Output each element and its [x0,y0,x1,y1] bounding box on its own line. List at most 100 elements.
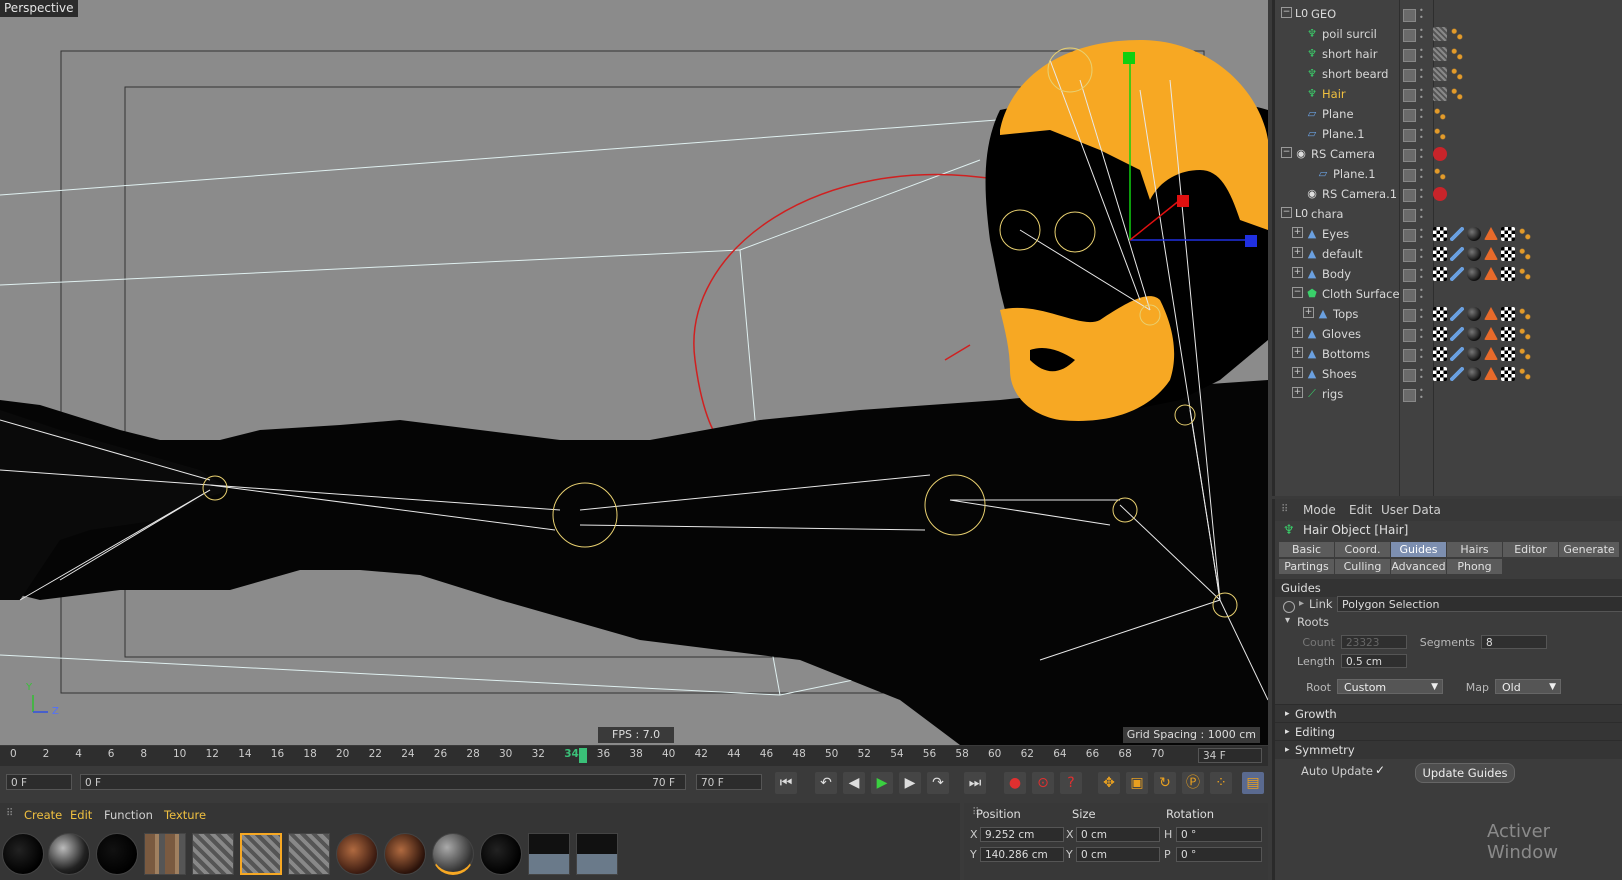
go-to-end-icon[interactable]: ⏭ [964,772,986,794]
layer-toggle-icon[interactable] [1403,69,1416,82]
object-name[interactable]: GEO [1311,4,1336,24]
object-name[interactable]: Plane [1322,104,1354,124]
material-swatch[interactable] [192,833,234,875]
menu-user-data[interactable]: User Data [1381,499,1441,521]
checker-tag-icon[interactable] [1433,247,1447,261]
parameter-key-icon[interactable]: Ⓟ [1182,772,1204,794]
symmetry-section[interactable]: ▸ Symmetry [1275,740,1622,759]
object-row[interactable]: + ▲ Bottoms • • [1275,344,1622,364]
layer-toggle-icon[interactable] [1403,129,1416,142]
dots-tag-icon[interactable] [1450,67,1464,81]
current-frame-field[interactable]: 34 F [1198,748,1262,763]
tri-tag-icon[interactable] [1484,327,1498,340]
menu-edit[interactable]: Edit [70,808,92,822]
object-name[interactable]: RS Camera [1311,144,1375,164]
bone-tag-icon[interactable] [1450,267,1464,281]
visibility-dots-icon[interactable]: • • [1419,367,1424,382]
bone-tag-icon[interactable] [1450,327,1464,341]
sphere-tag-icon[interactable] [1467,227,1481,241]
checker-tag-icon[interactable] [1433,327,1447,341]
tab-partings[interactable]: Partings [1279,559,1335,574]
checker-tag-icon[interactable] [1501,267,1515,281]
object-row[interactable]: ▱ Plane.1 • • [1275,124,1622,144]
hatch-tag-icon[interactable] [1433,47,1447,61]
sphere-tag-icon[interactable] [1467,347,1481,361]
link-radio-icon[interactable] [1283,601,1295,613]
dots-tag-icon[interactable] [1518,347,1532,361]
object-name[interactable]: short hair [1322,44,1377,64]
visibility-dots-icon[interactable]: • • [1419,207,1424,222]
material-swatch[interactable] [432,833,474,875]
position-x-field[interactable]: 9.252 cm [980,827,1064,842]
visibility-dots-icon[interactable]: • • [1419,327,1424,342]
hatch-tag-icon[interactable] [1433,87,1447,101]
tri-tag-icon[interactable] [1484,247,1498,260]
visibility-dots-icon[interactable]: • • [1419,47,1424,62]
checker-tag-icon[interactable] [1433,267,1447,281]
layer-toggle-icon[interactable] [1403,9,1416,22]
material-swatch[interactable] [336,833,378,875]
object-row[interactable]: + ⟋ rigs • • [1275,384,1622,404]
autokey-icon[interactable]: ⊙ [1032,772,1054,794]
checker-tag-icon[interactable] [1501,247,1515,261]
expand-icon[interactable]: + [1292,227,1303,238]
object-row[interactable]: − ◉ RS Camera • • [1275,144,1622,164]
object-row[interactable]: ◉ RS Camera.1 • • [1275,184,1622,204]
checker-tag-icon[interactable] [1501,307,1515,321]
object-name[interactable]: chara [1311,204,1343,224]
sphere-tag-icon[interactable] [1467,267,1481,281]
visibility-dots-icon[interactable]: • • [1419,347,1424,362]
visibility-dots-icon[interactable]: • • [1419,7,1424,22]
tri-tag-icon[interactable] [1484,267,1498,280]
expand-icon[interactable]: + [1292,267,1303,278]
dots-tag-icon[interactable] [1518,327,1532,341]
visibility-dots-icon[interactable]: • • [1419,387,1424,402]
cam-tag-icon[interactable] [1433,187,1447,201]
move-key-icon[interactable]: ✥ [1098,772,1120,794]
material-swatch[interactable] [2,833,44,875]
object-row[interactable]: − L0 GEO • • [1275,4,1622,24]
dots-tag-icon[interactable] [1518,367,1532,381]
expand-icon[interactable]: + [1292,387,1303,398]
end-frame-field[interactable]: 70 F [696,774,762,790]
visibility-dots-icon[interactable]: • • [1419,107,1424,122]
visibility-dots-icon[interactable]: • • [1419,87,1424,102]
bone-tag-icon[interactable] [1450,367,1464,381]
layer-toggle-icon[interactable] [1403,89,1416,102]
tab-basic[interactable]: Basic [1279,542,1335,557]
object-row[interactable]: ▱ Plane.1 • • [1275,164,1622,184]
tab-coord[interactable]: Coord. [1335,542,1391,557]
expand-icon[interactable]: + [1292,247,1303,258]
expand-icon[interactable]: + [1292,367,1303,378]
previous-frame-icon[interactable]: ◀ [843,772,865,794]
visibility-dots-icon[interactable]: • • [1419,307,1424,322]
layer-toggle-icon[interactable] [1403,369,1416,382]
object-name[interactable]: Bottoms [1322,344,1370,364]
scale-key-icon[interactable]: ▣ [1126,772,1148,794]
material-swatch-selected[interactable] [240,833,282,875]
material-swatch[interactable] [384,833,426,875]
object-row[interactable]: ♆ poil surcil • • [1275,24,1622,44]
viewport-label[interactable]: Perspective [0,0,78,17]
visibility-dots-icon[interactable]: • • [1419,227,1424,242]
visibility-dots-icon[interactable]: • • [1419,267,1424,282]
link-field[interactable]: Polygon Selection [1337,596,1622,612]
layer-toggle-icon[interactable] [1403,329,1416,342]
object-row[interactable]: − ⬟ Cloth Surface • • [1275,284,1622,304]
layer-toggle-icon[interactable] [1403,189,1416,202]
layer-toggle-icon[interactable] [1403,289,1416,302]
layer-toggle-icon[interactable] [1403,169,1416,182]
expand-icon[interactable]: + [1292,347,1303,358]
object-name[interactable]: poil surcil [1322,24,1377,44]
checker-tag-icon[interactable] [1433,307,1447,321]
length-field[interactable]: 0.5 cm [1341,654,1407,668]
layer-toggle-icon[interactable] [1403,209,1416,222]
map-dropdown[interactable]: Old ▼ [1495,679,1561,694]
tri-tag-icon[interactable] [1484,367,1498,380]
dots-tag-icon[interactable] [1433,167,1447,181]
position-y-field[interactable]: 140.286 cm [980,847,1064,862]
material-swatch[interactable] [480,833,522,875]
frame-range-slider[interactable]: 0 F 70 F [80,774,686,790]
dots-tag-icon[interactable] [1518,307,1532,321]
keyframe-selection-icon[interactable]: ? [1060,772,1082,794]
